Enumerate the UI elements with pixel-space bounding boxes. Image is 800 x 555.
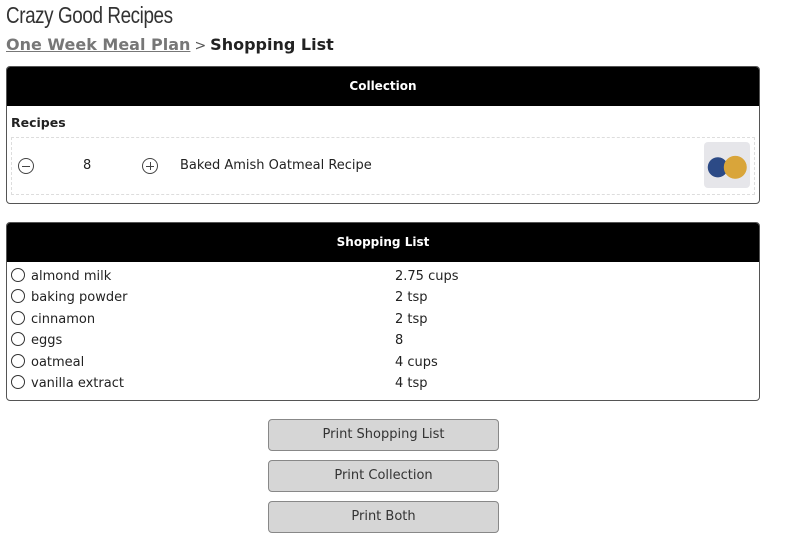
breadcrumb-separator: > — [194, 38, 207, 54]
item-name: oatmeal — [31, 354, 85, 370]
decrease-quantity-button[interactable] — [18, 158, 34, 174]
shopping-list-panel: Shopping List almond milk 2.75 cups baki… — [6, 222, 760, 401]
recipe-thumbnail-image[interactable] — [704, 142, 750, 188]
item-quantity: 4 tsp — [395, 375, 428, 391]
item-checkbox[interactable] — [11, 289, 25, 304]
increase-quantity-button[interactable] — [142, 158, 158, 174]
print-shopping-list-button[interactable]: Print Shopping List — [268, 419, 499, 451]
item-checkbox[interactable] — [11, 374, 25, 389]
recipe-quantity: 8 — [83, 158, 92, 173]
collection-header: Collection — [7, 67, 759, 106]
item-checkbox[interactable] — [11, 332, 25, 347]
recipes-label: Recipes — [11, 115, 66, 130]
item-name: cinnamon — [31, 311, 96, 327]
shopping-list-item: vanilla extract 4 tsp — [7, 373, 759, 394]
breadcrumb-current: Shopping List — [210, 35, 334, 54]
item-checkbox[interactable] — [11, 353, 25, 368]
recipe-row: 8 Baked Amish Oatmeal Recipe — [11, 137, 755, 195]
breadcrumb-link-meal-plan[interactable]: One Week Meal Plan — [6, 35, 190, 54]
item-quantity: 2 tsp — [395, 290, 428, 306]
item-name: baking powder — [31, 290, 128, 306]
shopping-list-item: cinnamon 2 tsp — [7, 309, 759, 330]
item-checkbox[interactable] — [11, 268, 25, 282]
breadcrumb: One Week Meal Plan > Shopping List — [6, 35, 334, 54]
collection-panel: Collection Recipes 8 Baked Amish Oatmeal… — [6, 66, 760, 204]
site-title: Crazy Good Recipes — [6, 2, 173, 28]
item-name: eggs — [31, 333, 63, 349]
item-name: almond milk — [31, 269, 112, 284]
shopping-list: almond milk 2.75 cups baking powder 2 ts… — [7, 262, 759, 394]
item-quantity: 2 tsp — [395, 311, 428, 327]
shopping-list-item: eggs 8 — [7, 330, 759, 351]
recipe-name[interactable]: Baked Amish Oatmeal Recipe — [180, 158, 372, 173]
item-checkbox[interactable] — [11, 310, 25, 325]
shopping-list-header: Shopping List — [7, 223, 759, 262]
print-both-button[interactable]: Print Both — [268, 501, 499, 533]
item-quantity: 4 cups — [395, 354, 438, 370]
shopping-list-item: baking powder 2 tsp — [7, 287, 759, 308]
item-quantity: 2.75 cups — [395, 269, 459, 284]
shopping-list-item: oatmeal 4 cups — [7, 352, 759, 373]
item-quantity: 8 — [395, 333, 404, 349]
shopping-list-item: almond milk 2.75 cups — [7, 266, 759, 287]
item-name: vanilla extract — [31, 375, 124, 391]
print-collection-button[interactable]: Print Collection — [268, 460, 499, 492]
